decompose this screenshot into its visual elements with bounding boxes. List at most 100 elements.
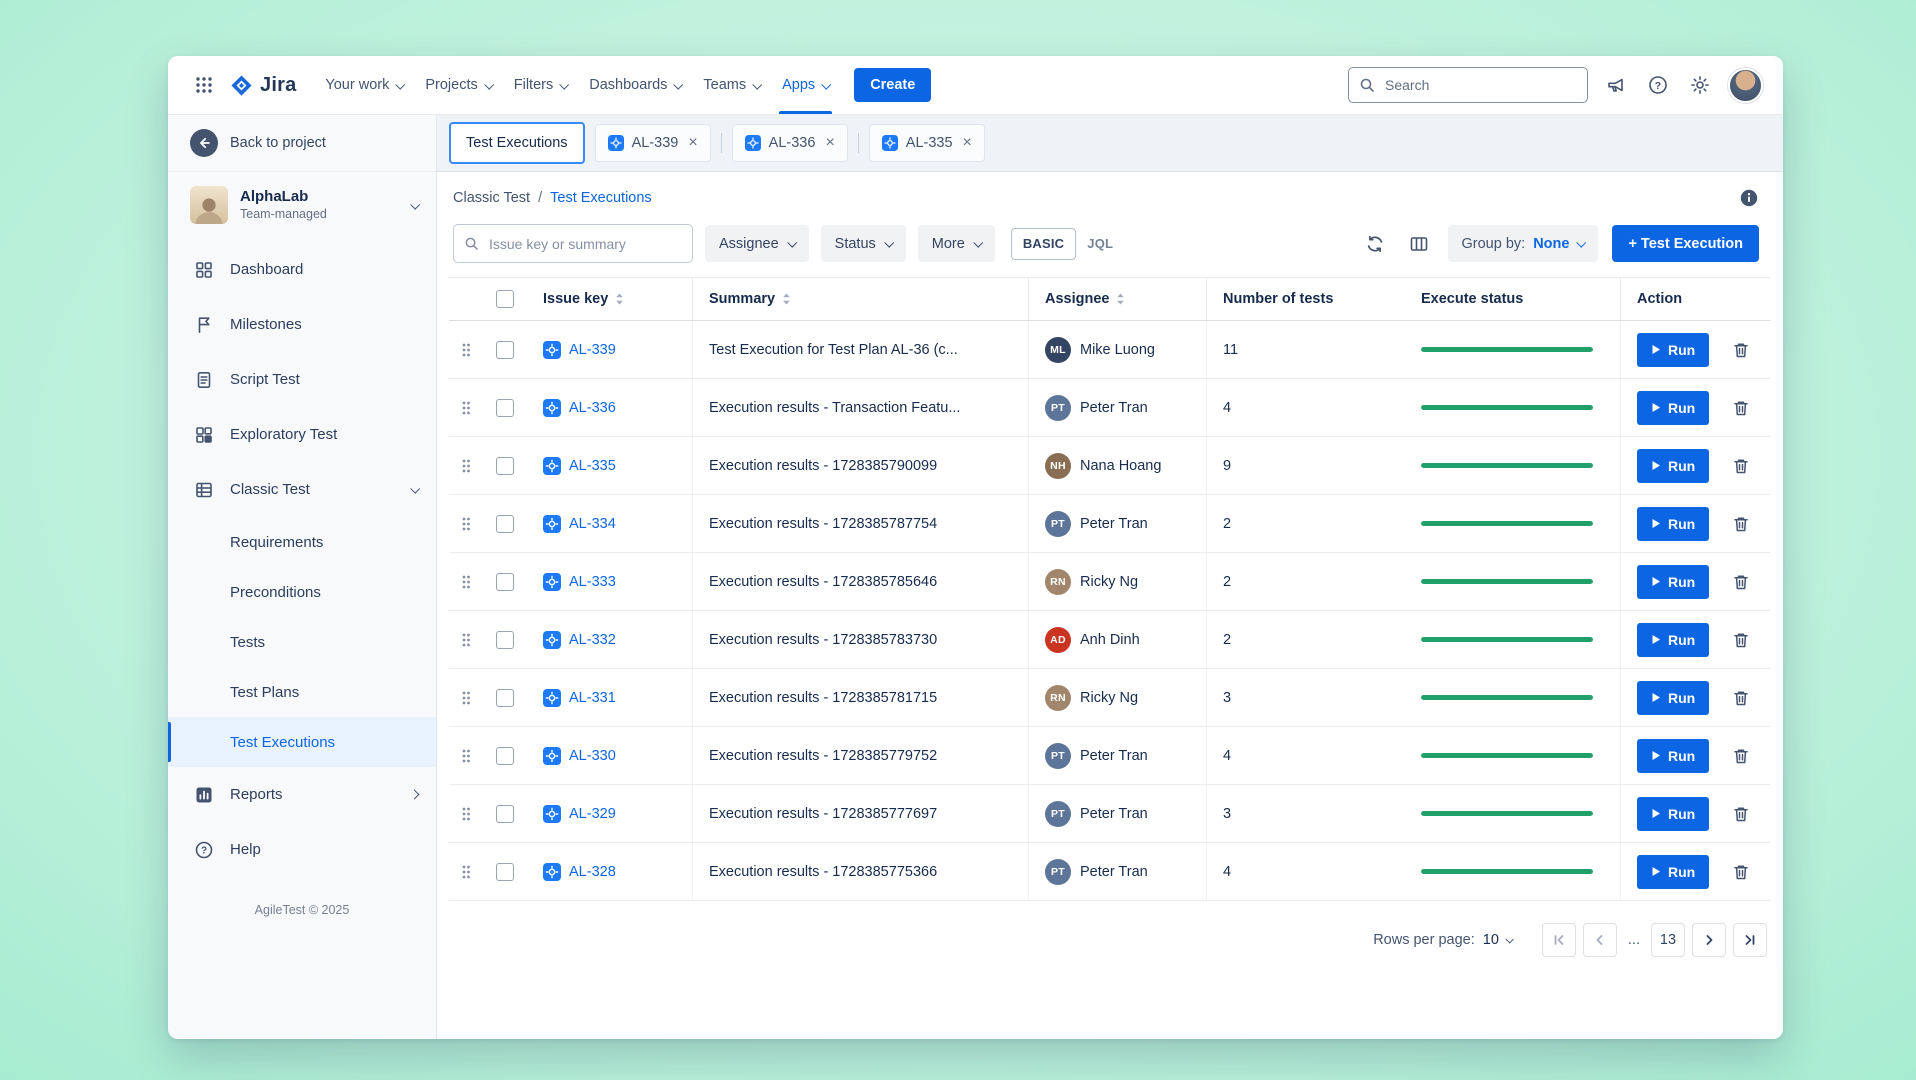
issue-key-link[interactable]: AL-330 — [569, 748, 616, 764]
back-to-project-button[interactable]: Back to project — [168, 115, 436, 172]
sidebar-item-preconditions[interactable]: Preconditions — [168, 567, 436, 617]
run-button[interactable]: Run — [1637, 623, 1709, 657]
global-search[interactable] — [1348, 67, 1588, 103]
more-filters-dropdown[interactable]: More — [918, 225, 995, 262]
drag-handle[interactable] — [461, 574, 471, 590]
row-checkbox[interactable] — [496, 747, 514, 765]
delete-button[interactable] — [1729, 512, 1753, 536]
sidebar-item-classic-test[interactable]: Classic Test — [168, 462, 436, 517]
drag-handle[interactable] — [461, 516, 471, 532]
drag-handle[interactable] — [461, 342, 471, 358]
status-filter-dropdown[interactable]: Status — [821, 225, 906, 262]
sort-icon[interactable] — [782, 292, 791, 306]
close-icon[interactable]: × — [963, 135, 972, 151]
issue-key-link[interactable]: AL-333 — [569, 574, 616, 590]
drag-handle[interactable] — [461, 632, 471, 648]
sidebar-item-help[interactable]: ? Help — [168, 822, 436, 877]
row-checkbox[interactable] — [496, 399, 514, 417]
close-icon[interactable]: × — [688, 135, 697, 151]
issue-key-link[interactable]: AL-334 — [569, 516, 616, 532]
sort-icon[interactable] — [615, 292, 624, 306]
basic-mode-toggle[interactable]: BASIC — [1011, 228, 1076, 260]
rows-per-page-select[interactable]: 10 — [1483, 932, 1512, 948]
announcements-icon[interactable] — [1602, 71, 1630, 99]
user-avatar[interactable] — [1728, 68, 1763, 103]
row-checkbox[interactable] — [496, 341, 514, 359]
run-button[interactable]: Run — [1637, 449, 1709, 483]
delete-button[interactable] — [1729, 860, 1753, 884]
nav-teams[interactable]: Teams — [692, 56, 771, 114]
project-switcher[interactable]: AlphaLab Team-managed — [168, 172, 436, 236]
next-page-button[interactable] — [1692, 923, 1726, 957]
sidebar-item-milestones[interactable]: Milestones — [168, 297, 436, 352]
sidebar-item-script-test[interactable]: Script Test — [168, 352, 436, 407]
row-checkbox[interactable] — [496, 863, 514, 881]
group-by-dropdown[interactable]: Group by: None — [1448, 225, 1599, 262]
row-checkbox[interactable] — [496, 689, 514, 707]
nav-dashboards[interactable]: Dashboards — [578, 56, 692, 114]
settings-gear-icon[interactable] — [1686, 71, 1714, 99]
issue-key-link[interactable]: AL-328 — [569, 864, 616, 880]
tab-al-336[interactable]: AL-336 × — [732, 124, 848, 162]
row-checkbox[interactable] — [496, 457, 514, 475]
last-page-number-button[interactable]: 13 — [1651, 923, 1685, 957]
nav-filters[interactable]: Filters — [503, 56, 578, 114]
row-checkbox[interactable] — [496, 805, 514, 823]
issue-key-link[interactable]: AL-331 — [569, 690, 616, 706]
drag-handle[interactable] — [461, 806, 471, 822]
header-assignee[interactable]: Assignee — [1045, 291, 1109, 307]
breadcrumb-current[interactable]: Test Executions — [550, 190, 652, 206]
row-checkbox[interactable] — [496, 573, 514, 591]
delete-button[interactable] — [1729, 802, 1753, 826]
tab-al-335[interactable]: AL-335 × — [869, 124, 985, 162]
close-icon[interactable]: × — [825, 135, 834, 151]
app-switcher-icon[interactable] — [188, 69, 220, 101]
issue-key-link[interactable]: AL-339 — [569, 342, 616, 358]
row-checkbox[interactable] — [496, 515, 514, 533]
info-icon[interactable] — [1739, 188, 1759, 208]
last-page-button[interactable] — [1733, 923, 1767, 957]
refresh-icon[interactable] — [1360, 229, 1390, 259]
run-button[interactable]: Run — [1637, 855, 1709, 889]
run-button[interactable]: Run — [1637, 507, 1709, 541]
sidebar-item-test-executions[interactable]: Test Executions — [168, 717, 436, 767]
run-button[interactable]: Run — [1637, 739, 1709, 773]
delete-button[interactable] — [1729, 628, 1753, 652]
assignee-filter-dropdown[interactable]: Assignee — [705, 225, 809, 262]
sidebar-item-reports[interactable]: Reports — [168, 767, 436, 822]
delete-button[interactable] — [1729, 570, 1753, 594]
issue-key-link[interactable]: AL-329 — [569, 806, 616, 822]
jql-mode-toggle[interactable]: JQL — [1076, 236, 1124, 251]
run-button[interactable]: Run — [1637, 797, 1709, 831]
drag-handle[interactable] — [461, 748, 471, 764]
header-summary[interactable]: Summary — [709, 291, 775, 307]
first-page-button[interactable] — [1542, 923, 1576, 957]
previous-page-button[interactable] — [1583, 923, 1617, 957]
drag-handle[interactable] — [461, 690, 471, 706]
sidebar-item-tests[interactable]: Tests — [168, 617, 436, 667]
run-button[interactable]: Run — [1637, 681, 1709, 715]
select-all-checkbox[interactable] — [496, 290, 514, 308]
sidebar-item-requirements[interactable]: Requirements — [168, 517, 436, 567]
help-icon[interactable]: ? — [1644, 71, 1672, 99]
sidebar-item-test-plans[interactable]: Test Plans — [168, 667, 436, 717]
delete-button[interactable] — [1729, 454, 1753, 478]
drag-handle[interactable] — [461, 458, 471, 474]
nav-apps[interactable]: Apps — [771, 56, 840, 114]
issue-filter-search[interactable] — [453, 224, 693, 263]
delete-button[interactable] — [1729, 744, 1753, 768]
columns-icon[interactable] — [1404, 229, 1434, 259]
drag-handle[interactable] — [461, 400, 471, 416]
add-test-execution-button[interactable]: + Test Execution — [1612, 225, 1759, 262]
run-button[interactable]: Run — [1637, 391, 1709, 425]
jira-logo[interactable]: Jira — [230, 74, 296, 97]
tab-test-executions[interactable]: Test Executions — [449, 122, 585, 164]
run-button[interactable]: Run — [1637, 565, 1709, 599]
sidebar-item-exploratory-test[interactable]: Exploratory Test — [168, 407, 436, 462]
sidebar-item-dashboard[interactable]: Dashboard — [168, 242, 436, 297]
header-issue-key[interactable]: Issue key — [543, 291, 608, 307]
search-input[interactable] — [1383, 76, 1577, 94]
tab-al-339[interactable]: AL-339 × — [595, 124, 711, 162]
delete-button[interactable] — [1729, 686, 1753, 710]
breadcrumb-parent[interactable]: Classic Test — [453, 190, 530, 206]
